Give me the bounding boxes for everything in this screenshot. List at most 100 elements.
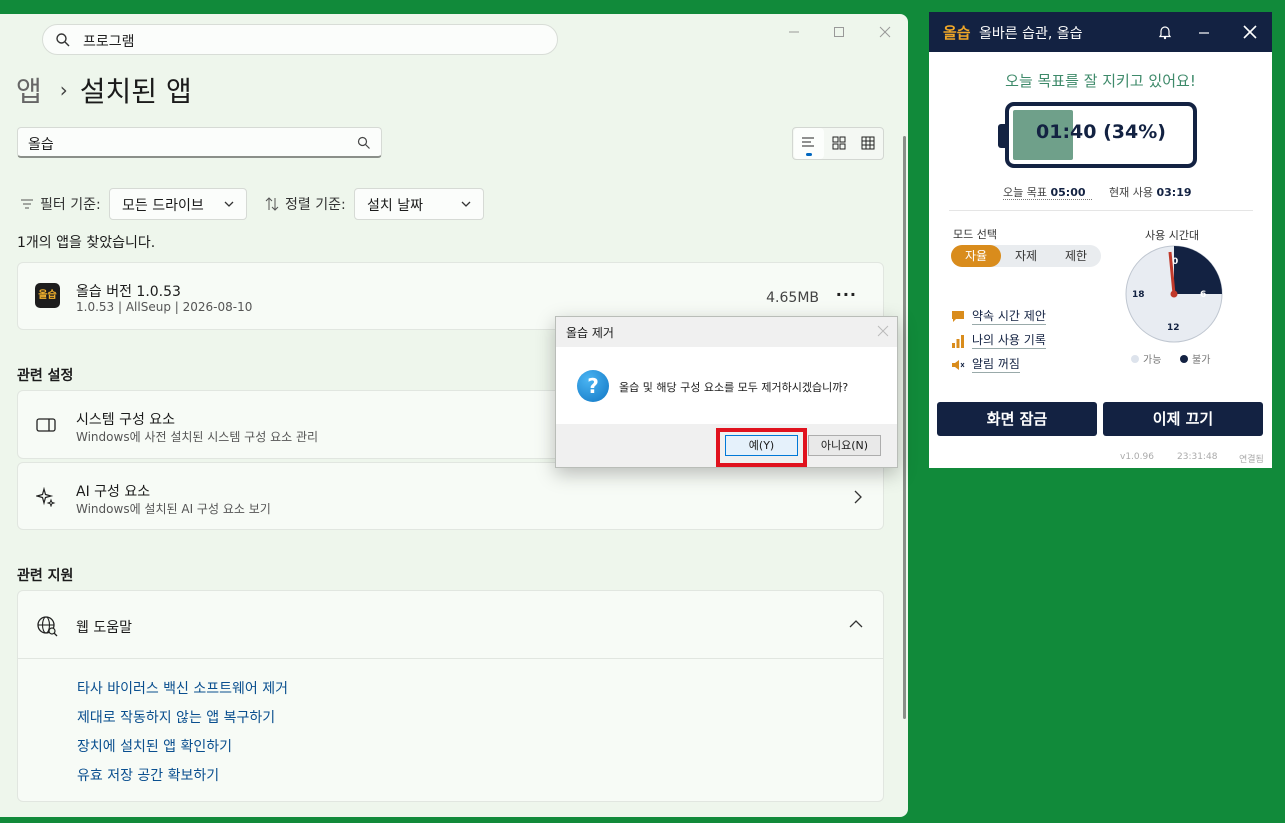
top-search-text: 프로그램 (83, 34, 135, 50)
legend-blocked-label: 불가 (1192, 355, 1211, 366)
divider (949, 210, 1253, 211)
ai-components-card[interactable]: AI 구성 요소 Windows에 설치된 AI 구성 요소 보기 (17, 462, 884, 530)
tiles-icon (832, 136, 846, 150)
goal-underline (1003, 199, 1092, 200)
list-icon (802, 137, 814, 147)
question-icon: ? (577, 370, 609, 402)
close-icon[interactable] (877, 325, 889, 337)
clock-tick-12: 12 (1167, 323, 1180, 333)
mode-autonomous[interactable]: 자율 (951, 245, 1001, 267)
speaker-mute-icon (952, 359, 965, 370)
filter-dropdown[interactable]: 모든 드라이브 (109, 188, 247, 220)
lock-screen-button[interactable]: 화면 잠금 (937, 402, 1097, 436)
dialog-title: 올습 제거 (566, 326, 614, 340)
ai-components-sub: Windows에 설치된 AI 구성 요소 보기 (76, 502, 271, 516)
app-logo: 올습 (35, 283, 60, 308)
legend-dot-light (1131, 355, 1139, 363)
clock-tick-18: 18 (1132, 290, 1145, 300)
app-size: 4.65MB (766, 290, 819, 306)
usage-battery: 01:40 (34%) (998, 102, 1197, 168)
time-text: 23:31:48 (1177, 452, 1218, 462)
ai-components-title: AI 구성 요소 (76, 484, 151, 500)
mode-limit[interactable]: 제한 (1051, 245, 1101, 267)
minimize-icon[interactable] (786, 24, 802, 40)
quit-button[interactable]: 이제 끄기 (1103, 402, 1263, 436)
web-help-header[interactable]: 웹 도움말 (18, 591, 883, 659)
close-icon[interactable] (1243, 24, 1257, 40)
app-search-input[interactable]: 올습 (17, 127, 382, 158)
today-goal: 오늘 목표 05:00 (1003, 184, 1086, 200)
web-help-title: 웹 도움말 (76, 620, 132, 636)
feature-usage-history[interactable]: 나의 사용 기록 (951, 331, 1046, 349)
chat-icon (952, 311, 964, 322)
more-options-button[interactable]: ··· (836, 285, 857, 304)
related-support-title: 관련 지원 (17, 568, 74, 584)
system-components-title: 시스템 구성 요소 (76, 412, 176, 428)
feature-label: 알림 꺼짐 (972, 357, 1020, 373)
sparkle-icon (36, 487, 56, 507)
breadcrumb-separator: › (59, 78, 68, 102)
related-settings-title: 관련 설정 (17, 368, 74, 384)
chevron-right-icon (854, 490, 862, 504)
close-icon[interactable] (877, 24, 893, 40)
view-toggle (792, 127, 884, 160)
legend-available: 가능 (1131, 351, 1161, 366)
grid-icon (861, 136, 875, 150)
system-components-sub: Windows에 사전 설치된 시스템 구성 요소 관리 (76, 430, 319, 444)
olseup-widget: 올습 올바른 습관, 올습 오늘 목표를 잘 지키고 있어요! 01:40 (3… (929, 12, 1272, 468)
breadcrumb-apps[interactable]: 앱 (16, 70, 42, 110)
search-icon (357, 136, 370, 149)
usage-clock: 0 6 12 18 (1125, 245, 1223, 343)
battery-terminal (998, 124, 1006, 148)
chevron-down-icon (461, 201, 471, 207)
filter-row: 필터 기준: (20, 188, 101, 220)
mode-selector: 자율 자제 제한 (951, 245, 1101, 267)
help-link-installed[interactable]: 장치에 설치된 앱 확인하기 (77, 736, 232, 756)
sort-value: 설치 날짜 (367, 198, 423, 214)
maximize-icon[interactable] (831, 24, 847, 40)
list-view-button[interactable] (794, 128, 824, 159)
sort-row: 정렬 기준: (265, 188, 346, 220)
clock-tick-6: 6 (1200, 290, 1206, 300)
help-link-repair[interactable]: 제대로 작동하지 않는 앱 복구하기 (77, 707, 275, 727)
grid-view-button[interactable] (853, 128, 883, 159)
page-title: 설치된 앱 (79, 75, 192, 108)
no-button[interactable]: 아니요(N) (808, 435, 881, 456)
active-indicator (806, 153, 812, 156)
filter-label: 필터 기준: (40, 197, 101, 213)
chevron-down-icon (224, 201, 234, 207)
today-goal-value: 05:00 (1050, 186, 1086, 199)
clock-tick-0: 0 (1172, 257, 1178, 267)
globe-icon (37, 616, 58, 637)
top-search-box[interactable]: 프로그램 (42, 24, 558, 55)
feature-label: 약속 시간 제안 (972, 309, 1046, 325)
legend-available-label: 가능 (1143, 355, 1162, 366)
legend-blocked: 불가 (1180, 351, 1210, 366)
scrollbar[interactable] (903, 136, 906, 719)
clock-label: 사용 시간대 (1145, 229, 1200, 242)
filter-value: 모든 드라이브 (122, 198, 204, 214)
connection-status: 연결됨 (1239, 455, 1264, 465)
component-icon (36, 418, 56, 432)
minimize-icon[interactable] (1197, 24, 1211, 40)
feature-notifications-off[interactable]: 알림 꺼짐 (951, 355, 1020, 373)
app-search-value: 올습 (28, 137, 54, 153)
breadcrumb: 앱 › 설치된 앱 (16, 70, 192, 110)
legend-dot-dark (1180, 355, 1188, 363)
feature-label: 나의 사용 기록 (972, 333, 1046, 349)
dialog-titlebar: 올습 제거 (556, 317, 897, 347)
widget-title: 올바른 습관, 올습 (979, 26, 1083, 42)
help-link-storage[interactable]: 유효 저장 공간 확보하기 (77, 765, 219, 785)
tile-view-button[interactable] (824, 128, 854, 159)
mode-label: 모드 선택 (953, 228, 997, 241)
results-count: 1개의 앱을 찾았습니다. (17, 235, 156, 251)
bell-icon[interactable] (1157, 24, 1173, 40)
version-text: v1.0.96 (1120, 452, 1154, 462)
mode-restraint[interactable]: 자제 (1001, 245, 1051, 267)
search-icon (56, 33, 70, 47)
sort-dropdown[interactable]: 설치 날짜 (354, 188, 484, 220)
battery-text: 01:40 (34%) (1036, 121, 1166, 143)
feature-suggest-time[interactable]: 약속 시간 제안 (951, 307, 1046, 325)
sort-label: 정렬 기준: (285, 197, 346, 213)
help-link-antivirus[interactable]: 타사 바이러스 백신 소프트웨어 제거 (77, 678, 288, 698)
